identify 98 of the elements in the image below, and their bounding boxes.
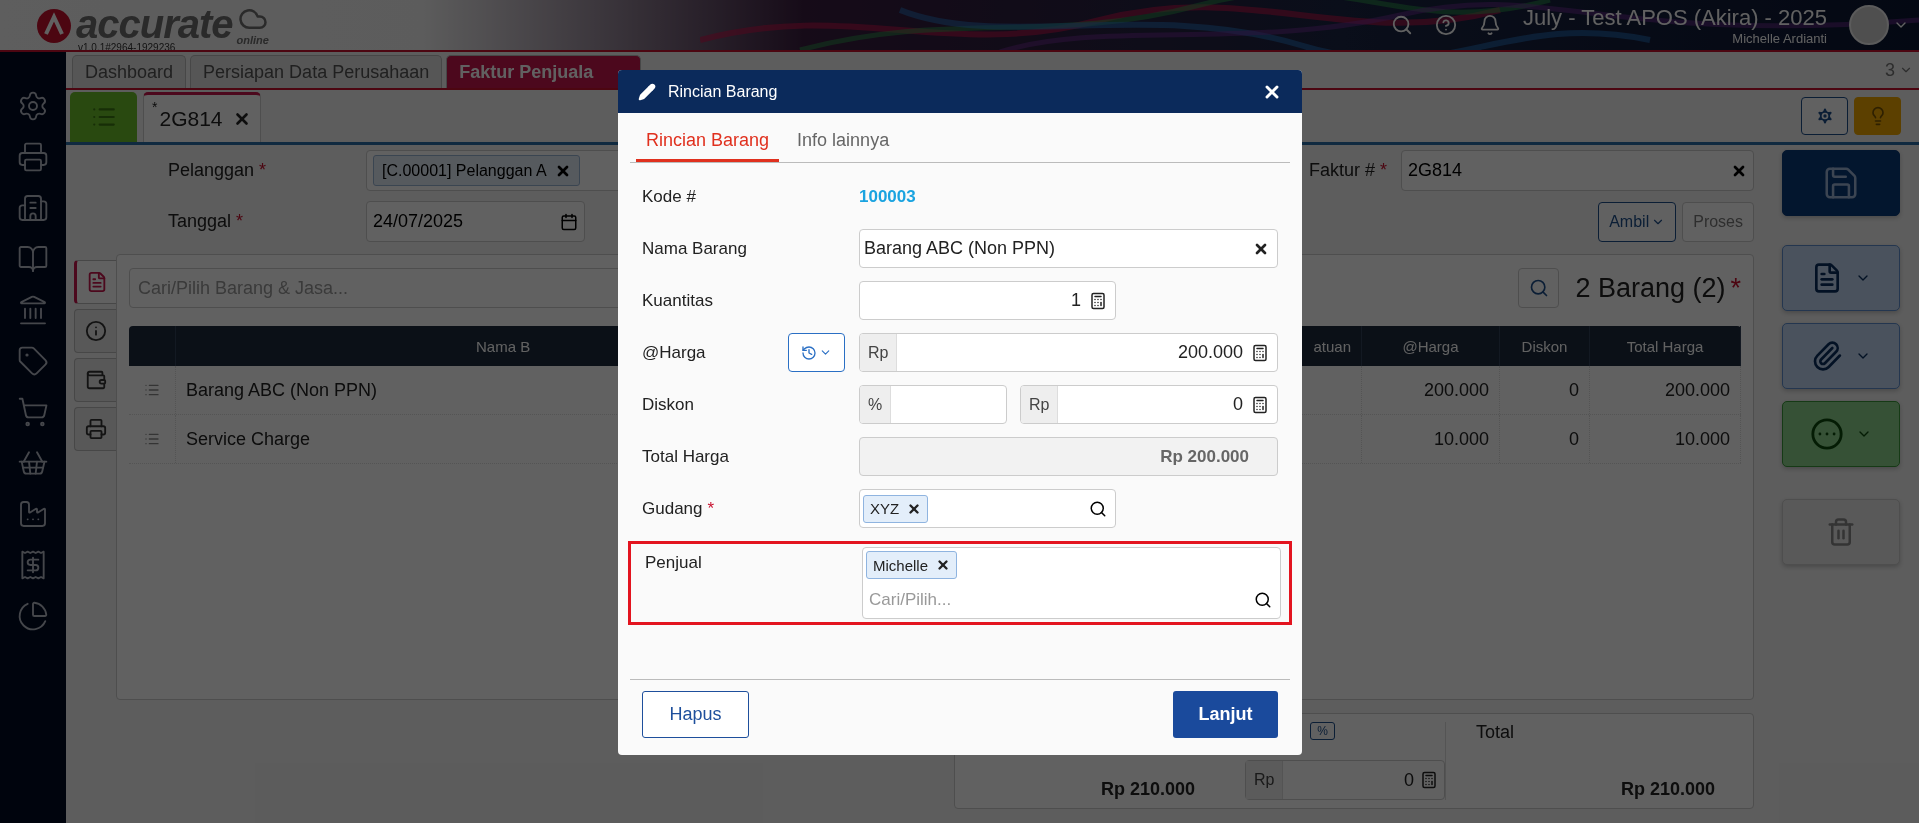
subtotal-value: Rp 210.000 bbox=[1100, 779, 1195, 800]
search-icon[interactable] bbox=[1089, 499, 1107, 518]
remove-icon[interactable] bbox=[936, 558, 951, 572]
column-header: atuan bbox=[1313, 337, 1351, 355]
discount-percent-field[interactable]: % bbox=[859, 385, 1007, 424]
table-cell: 200.000 bbox=[1362, 366, 1500, 414]
dialog-title: Rincian Barang bbox=[668, 82, 778, 101]
side-tab[interactable] bbox=[74, 407, 116, 451]
delete-button[interactable]: Hapus bbox=[642, 691, 749, 738]
logo-icon bbox=[36, 8, 72, 44]
total-price-field: Rp 200.000 bbox=[859, 437, 1278, 476]
item-code: 100003 bbox=[859, 186, 917, 207]
search-icon bbox=[1528, 278, 1549, 298]
table-cell: 10.000 bbox=[1590, 415, 1741, 463]
gear-icon[interactable] bbox=[17, 90, 49, 122]
field-label: Faktur # * bbox=[1308, 160, 1387, 181]
document-tab[interactable]: *2G814 bbox=[143, 92, 261, 142]
price-field[interactable]: Rp 200.000 bbox=[859, 333, 1278, 372]
save-button[interactable] bbox=[1782, 150, 1900, 216]
salesperson-field[interactable]: Michelle Cari/Pilih... bbox=[862, 547, 1281, 619]
user-name: Michelle Ardianti bbox=[1732, 30, 1827, 46]
side-tab[interactable] bbox=[74, 260, 116, 304]
warehouse-chip: XYZ bbox=[863, 494, 929, 523]
building-icon[interactable] bbox=[17, 192, 49, 224]
table-cell: 0 bbox=[1500, 415, 1590, 463]
delete-button[interactable] bbox=[1782, 499, 1900, 565]
modified-mark: * bbox=[152, 99, 158, 115]
total-label: Total bbox=[1476, 722, 1515, 743]
history-icon bbox=[801, 344, 817, 361]
total-value: Rp 210.000 bbox=[1620, 779, 1715, 800]
invoice-number-field[interactable]: 2G814 bbox=[1401, 150, 1754, 191]
paperclip-icon bbox=[1811, 340, 1843, 372]
item-name-field[interactable]: Barang ABC (Non PPN) bbox=[859, 229, 1278, 268]
document-button[interactable] bbox=[1782, 245, 1900, 311]
continue-button[interactable]: Lanjut bbox=[1173, 691, 1278, 738]
more-icon bbox=[1810, 417, 1844, 451]
page-tab[interactable]: Faktur Penjuala bbox=[446, 55, 642, 88]
calculator-icon[interactable] bbox=[1251, 395, 1269, 414]
cart-icon[interactable] bbox=[17, 396, 49, 428]
company-name: July - Test APOS (Akira) - 2025 bbox=[1522, 4, 1827, 31]
ambil-button[interactable]: Ambil bbox=[1598, 202, 1677, 242]
document-tab-label: 2G814 bbox=[159, 106, 223, 131]
discount-field[interactable]: Rp 0 bbox=[1245, 760, 1445, 800]
field-label: Diskon bbox=[642, 394, 695, 415]
field-label: Gudang * bbox=[642, 498, 716, 519]
factory-icon[interactable] bbox=[17, 498, 49, 530]
attachment-button[interactable] bbox=[1782, 323, 1900, 389]
table-cell: 0 bbox=[1500, 366, 1590, 414]
lightbulb-button[interactable] bbox=[1854, 97, 1901, 135]
bell-icon[interactable] bbox=[1478, 14, 1501, 36]
side-tab[interactable] bbox=[74, 358, 116, 402]
book-icon[interactable] bbox=[17, 243, 49, 275]
dialog-tab[interactable]: Info lainnya bbox=[787, 130, 900, 162]
printer-icon bbox=[84, 418, 107, 440]
field-label: Nama Barang bbox=[642, 238, 748, 259]
avatar[interactable] bbox=[1849, 5, 1889, 45]
settings-button[interactable] bbox=[1801, 97, 1848, 135]
quantity-field[interactable]: 1 bbox=[859, 281, 1116, 320]
wallet-icon bbox=[84, 369, 107, 391]
column-header: Total Harga bbox=[1626, 337, 1704, 355]
column-header: Nama B bbox=[476, 337, 531, 355]
discount-amount-field[interactable]: Rp 0 bbox=[1020, 385, 1278, 424]
discount-unit-toggle[interactable]: % bbox=[1310, 722, 1335, 740]
pencil-icon bbox=[638, 82, 656, 101]
search-button[interactable] bbox=[1518, 268, 1560, 308]
price-history-button[interactable] bbox=[788, 333, 845, 372]
item-count: 2 Barang (2) * bbox=[1575, 272, 1741, 304]
calendar-icon[interactable] bbox=[560, 212, 578, 231]
trash-icon bbox=[1826, 517, 1856, 547]
column-header: Diskon bbox=[1521, 337, 1568, 355]
printer-icon[interactable] bbox=[17, 141, 49, 173]
warehouse-field[interactable]: XYZ bbox=[859, 489, 1116, 528]
customer-chip: [C.00001] Pelanggan A bbox=[373, 155, 580, 186]
field-label: Kuantitas bbox=[642, 290, 714, 311]
drag-handle-icon[interactable] bbox=[144, 382, 160, 398]
table-cell: 200.000 bbox=[1590, 366, 1741, 414]
save-icon bbox=[1822, 164, 1860, 202]
remove-icon[interactable] bbox=[907, 501, 922, 516]
tag-icon[interactable] bbox=[17, 345, 49, 377]
column-header: @Harga bbox=[1402, 337, 1459, 355]
calculator-icon[interactable] bbox=[1251, 343, 1269, 362]
side-tab[interactable] bbox=[74, 309, 116, 353]
field-label: @Harga bbox=[642, 342, 706, 363]
calculator-icon[interactable] bbox=[1089, 291, 1107, 310]
field-label: Penjual bbox=[645, 552, 703, 573]
help-icon[interactable] bbox=[1434, 14, 1457, 36]
drag-handle-icon[interactable] bbox=[144, 431, 160, 447]
search-icon[interactable] bbox=[1254, 591, 1272, 609]
dialog-tab[interactable]: Rincian Barang bbox=[636, 130, 780, 162]
pie-chart-icon[interactable] bbox=[17, 600, 49, 632]
table-cell: 10.000 bbox=[1362, 415, 1500, 463]
info-icon bbox=[84, 320, 107, 342]
field-label: Tanggal * bbox=[168, 211, 245, 232]
salesperson-chip: Michelle bbox=[866, 551, 958, 579]
bank-icon[interactable] bbox=[17, 294, 49, 326]
date-field[interactable]: 24/07/2025 bbox=[366, 201, 585, 242]
field-label: Pelanggan * bbox=[168, 160, 268, 181]
more-button[interactable] bbox=[1782, 401, 1900, 467]
